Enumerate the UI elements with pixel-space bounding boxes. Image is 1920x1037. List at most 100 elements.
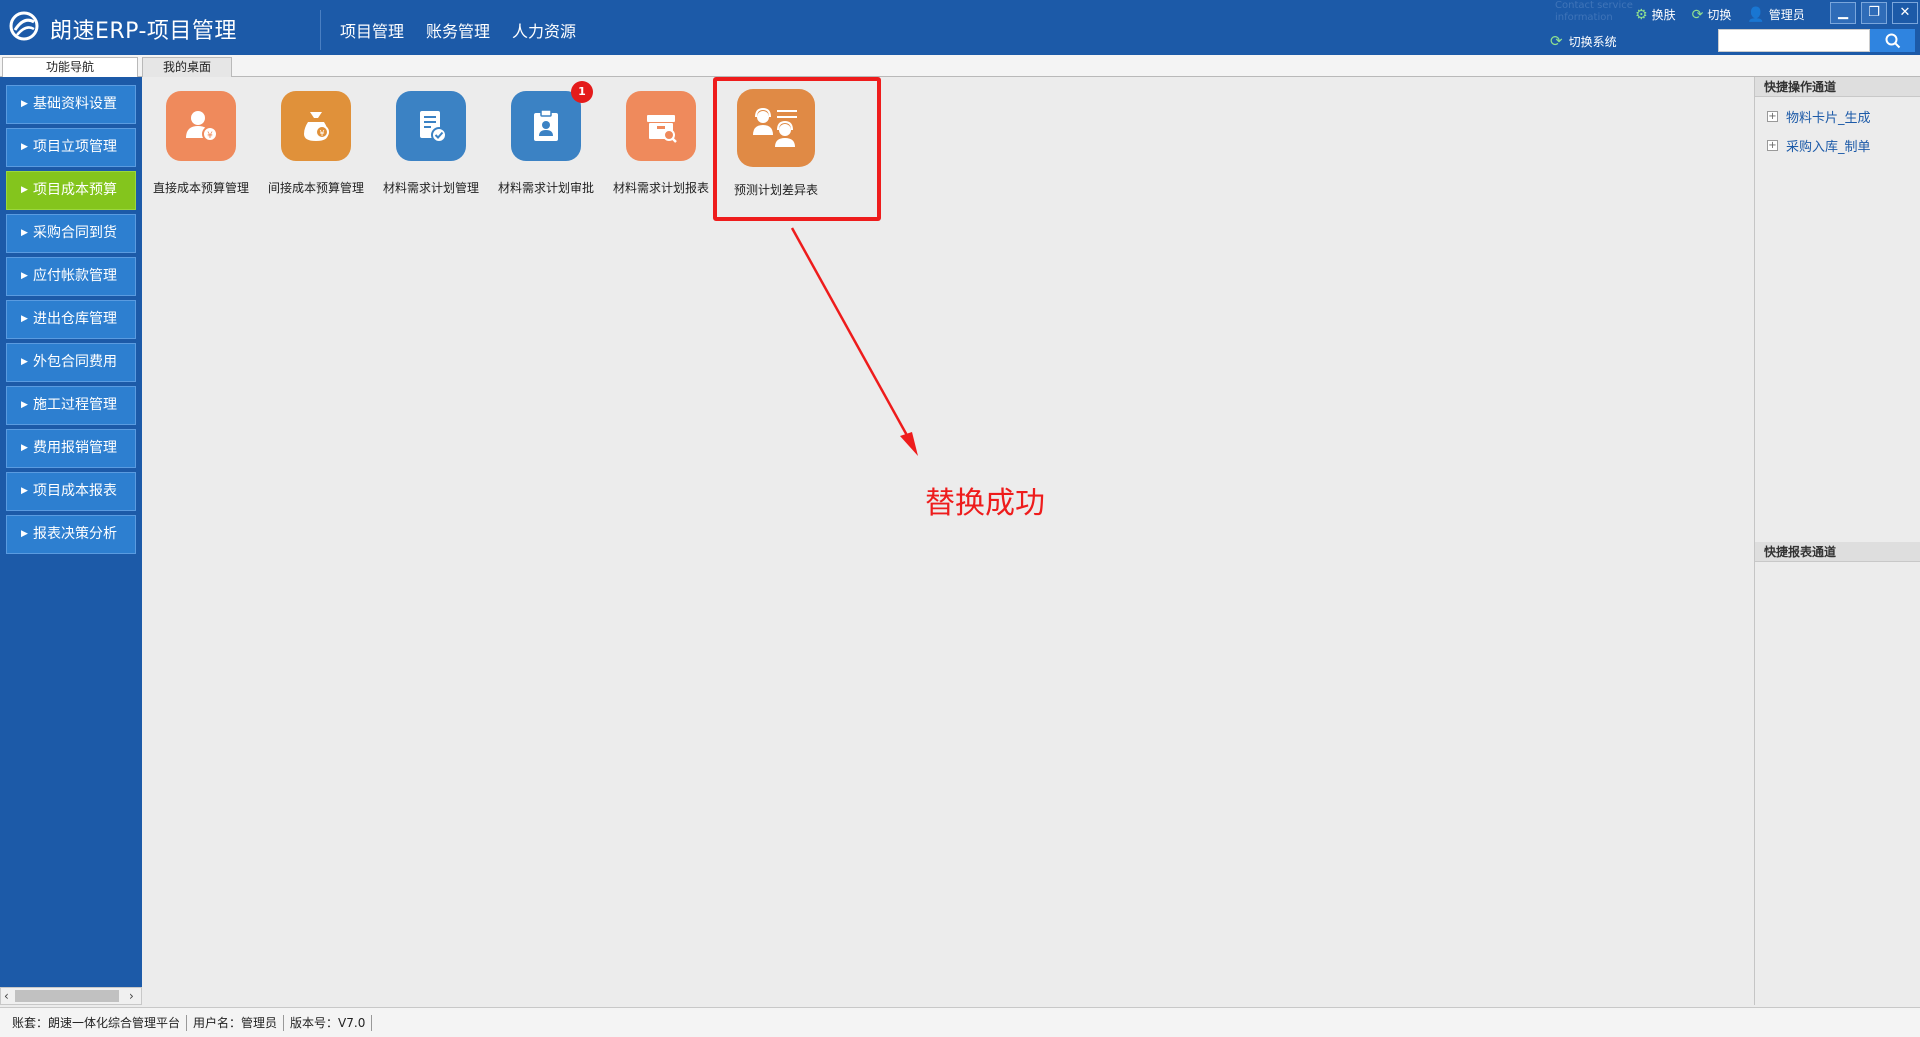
sidebar-item-label: 施工过程管理 — [33, 397, 117, 413]
topnav-accounting[interactable]: 账务管理 — [426, 18, 490, 42]
switch-button[interactable]: ⟳ 切换 — [1692, 6, 1732, 23]
search-input[interactable] — [1718, 29, 1870, 52]
caret-right-icon: ▶ — [21, 271, 28, 281]
refresh-icon: ⟳ — [1691, 6, 1704, 23]
app-label: 材料需求计划管理 — [382, 181, 479, 195]
money-bag-icon: ¥ — [281, 91, 351, 161]
notification-badge: 1 — [571, 81, 593, 103]
sidebar-item-cost-reports[interactable]: ▶ 项目成本报表 — [6, 472, 136, 511]
app-material-plan-report[interactable]: 材料需求计划报表 — [606, 91, 716, 196]
title-bar: 朗速ERP-项目管理 项目管理 账务管理 人力资源 Contact servic… — [0, 0, 1920, 55]
sidebar-item-decision-analysis[interactable]: ▶ 报表决策分析 — [6, 515, 136, 554]
skin-button[interactable]: ⚙ 换肤 — [1635, 6, 1676, 23]
sidebar-item-cost-budget[interactable]: ▶ 项目成本预算 — [6, 171, 136, 210]
sidebar-item-label: 采购合同到货 — [33, 225, 117, 241]
expand-icon: + — [1767, 111, 1778, 122]
header-toolbar: ⚙ 换肤 ⟳ 切换 👤 管理员 — [1635, 6, 1805, 23]
app-label: 材料需求计划审批 — [497, 181, 594, 195]
caret-right-icon: ▶ — [21, 443, 28, 453]
box-search-icon — [626, 91, 696, 161]
app-label: 直接成本预算管理 — [152, 181, 249, 195]
caret-right-icon: ▶ — [21, 228, 28, 238]
status-account: 账套：朗速一体化综合管理平台 — [6, 1014, 188, 1031]
sidebar-item-label: 基础资料设置 — [33, 96, 117, 112]
admin-label: 管理员 — [1768, 8, 1805, 22]
topnav-project[interactable]: 项目管理 — [340, 18, 404, 42]
skin-label: 换肤 — [1651, 8, 1676, 22]
caret-right-icon: ▶ — [21, 486, 28, 496]
status-username: 用户名：管理员 — [187, 1014, 285, 1031]
app-indirect-cost-budget[interactable]: ¥ 间接成本预算管理 — [261, 91, 371, 196]
tab-my-desktop[interactable]: 我的桌面 — [142, 57, 232, 77]
user-icon: 👤 — [1747, 6, 1765, 23]
caret-right-icon: ▶ — [21, 185, 28, 195]
sidebar-item-construction[interactable]: ▶ 施工过程管理 — [6, 386, 136, 425]
top-nav: 项目管理 账务管理 人力资源 — [340, 18, 576, 42]
refresh-icon: ⟳ — [1550, 32, 1563, 50]
tab-strip: 功能导航 我的桌面 — [0, 55, 1920, 78]
annotation-text: 替换成功 — [925, 486, 1045, 521]
sidebar-item-basic-data[interactable]: ▶ 基础资料设置 — [6, 85, 136, 124]
admin-button[interactable]: 👤 管理员 — [1747, 6, 1804, 23]
scroll-right-icon[interactable]: › — [129, 988, 134, 1004]
gear-icon: ⚙ — [1635, 6, 1648, 23]
caret-right-icon: ▶ — [21, 529, 28, 539]
app-material-plan-manage[interactable]: 材料需求计划管理 — [376, 91, 486, 196]
sidebar: ▶ 基础资料设置 ▶ 项目立项管理 ▶ 项目成本预算 ▶ 采购合同到货 ▶ 应付帐款管理 … — [0, 77, 142, 987]
app-title: 朗速ERP-项目管理 — [50, 19, 237, 44]
contact-info-text: Contact service information — [1555, 0, 1633, 23]
document-check-icon — [396, 91, 466, 161]
right-panel: 快捷操作通道 + 物料卡片_生成 + 采购入库_制单 快捷报表通道 — [1754, 77, 1920, 1005]
caret-right-icon: ▶ — [21, 314, 28, 324]
header-divider — [320, 10, 321, 50]
app-label: 间接成本预算管理 — [267, 181, 364, 195]
clipboard-person-icon: 1 — [511, 81, 593, 161]
quick-link-label: 物料卡片_生成 — [1786, 111, 1871, 126]
sidebar-item-outsourcing[interactable]: ▶ 外包合同费用 — [6, 343, 136, 382]
sidebar-item-expenses[interactable]: ▶ 费用报销管理 — [6, 429, 136, 468]
sidebar-item-label: 外包合同费用 — [33, 354, 117, 370]
switch-system-label: 切换系统 — [1568, 34, 1617, 49]
annotation-arrow-icon — [790, 227, 918, 456]
switch-label: 切换 — [1707, 8, 1732, 22]
sidebar-item-project-setup[interactable]: ▶ 项目立项管理 — [6, 128, 136, 167]
sidebar-item-label: 报表决策分析 — [33, 526, 117, 542]
expand-icon: + — [1767, 140, 1778, 151]
minimize-button[interactable]: ▁ — [1830, 2, 1856, 24]
caret-right-icon: ▶ — [21, 99, 28, 109]
switch-system-button[interactable]: ⟳ 切换系统 — [1550, 32, 1617, 50]
app-direct-cost-budget[interactable]: ¥ 直接成本预算管理 — [146, 91, 256, 196]
scroll-thumb[interactable] — [15, 990, 119, 1002]
search-button[interactable] — [1870, 29, 1915, 52]
quick-link-purchase-inbound[interactable]: + 采购入库_制单 — [1767, 136, 1871, 155]
sidebar-scrollbar[interactable]: ‹ › — [0, 987, 142, 1005]
sidebar-item-label: 项目成本报表 — [33, 483, 117, 499]
svg-text:¥: ¥ — [319, 129, 324, 138]
close-button[interactable]: ✕ — [1892, 2, 1918, 24]
sidebar-item-label: 费用报销管理 — [33, 440, 117, 456]
search-icon — [1885, 33, 1900, 48]
window-controls: ▁ ❐ ✕ — [1830, 2, 1918, 24]
caret-right-icon: ▶ — [21, 357, 28, 367]
caret-right-icon: ▶ — [21, 400, 28, 410]
sidebar-item-label: 项目立项管理 — [33, 139, 117, 155]
tab-function-nav[interactable]: 功能导航 — [2, 57, 138, 78]
app-label: 材料需求计划报表 — [612, 181, 709, 195]
svg-text:¥: ¥ — [207, 131, 213, 141]
quick-link-label: 采购入库_制单 — [1786, 140, 1871, 155]
topnav-hr[interactable]: 人力资源 — [512, 18, 576, 42]
app-material-plan-approval[interactable]: 1 材料需求计划审批 — [491, 81, 601, 196]
sidebar-item-label: 进出仓库管理 — [33, 311, 117, 327]
caret-right-icon: ▶ — [21, 142, 28, 152]
status-bar: 账套：朗速一体化综合管理平台 用户名：管理员 版本号：V7.0 — [0, 1007, 1920, 1037]
scroll-left-icon[interactable]: ‹ — [4, 988, 9, 1004]
restore-button[interactable]: ❐ — [1861, 2, 1887, 24]
status-version: 版本号：V7.0 — [284, 1014, 373, 1031]
sidebar-item-label: 项目成本预算 — [33, 182, 117, 198]
quick-link-material-card[interactable]: + 物料卡片_生成 — [1767, 107, 1871, 126]
sidebar-item-label: 应付帐款管理 — [33, 268, 117, 284]
sidebar-item-payables[interactable]: ▶ 应付帐款管理 — [6, 257, 136, 296]
sidebar-item-warehouse[interactable]: ▶ 进出仓库管理 — [6, 300, 136, 339]
person-coin-icon: ¥ — [166, 91, 236, 161]
sidebar-item-purchase-contract[interactable]: ▶ 采购合同到货 — [6, 214, 136, 253]
